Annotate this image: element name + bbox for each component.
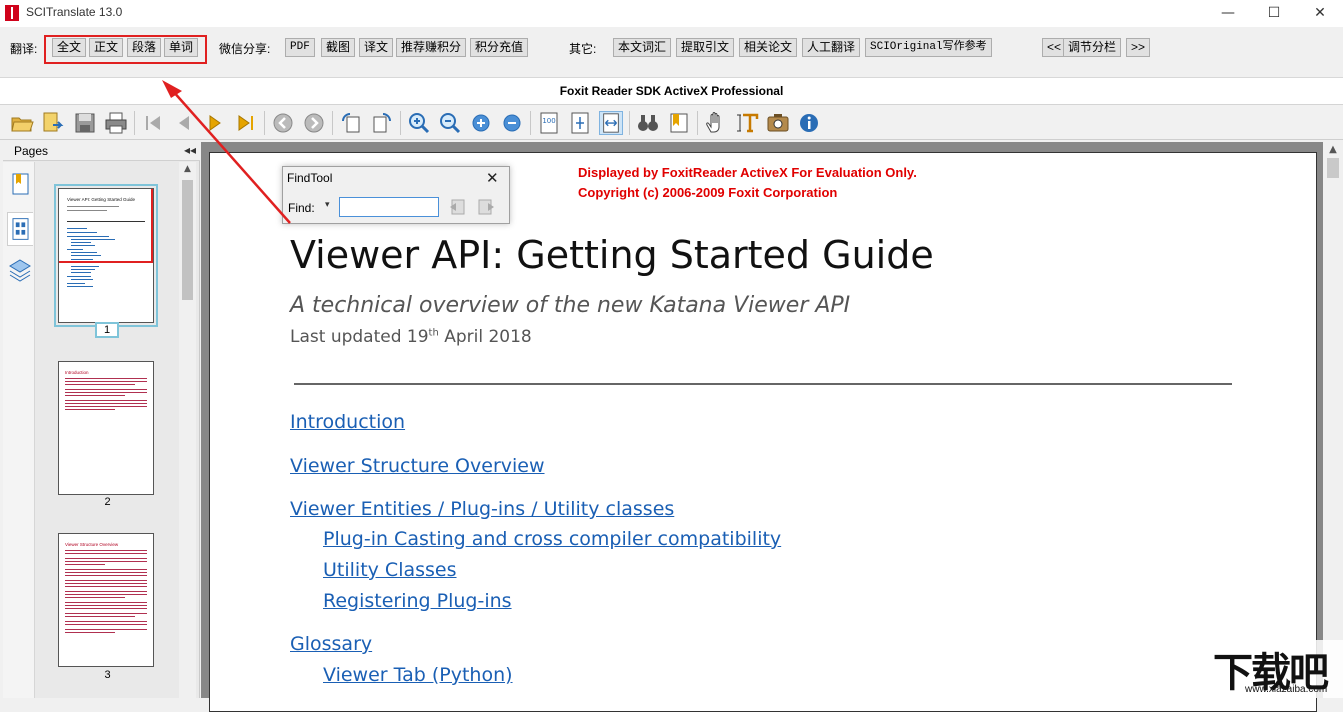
document-subtitle: A technical overview of the new Katana V… xyxy=(290,293,851,318)
svg-text:100: 100 xyxy=(542,117,555,125)
document-scrollbar[interactable]: ▲ xyxy=(1323,142,1343,698)
thumbnail-page[interactable]: Viewer Structure Overview xyxy=(58,533,154,667)
divider xyxy=(294,383,1232,385)
last-page-icon[interactable] xyxy=(234,111,258,135)
app-icon xyxy=(5,5,19,21)
zoom-out-icon[interactable] xyxy=(438,111,462,135)
chevron-down-icon[interactable]: ▾ xyxy=(325,200,330,210)
extract-citations-button[interactable]: 提取引文 xyxy=(676,38,735,57)
human-translation-button[interactable]: 人工翻译 xyxy=(802,38,861,57)
select-text-icon[interactable] xyxy=(735,111,759,135)
print-icon[interactable] xyxy=(104,111,128,135)
toc-link[interactable]: Introduction xyxy=(290,411,405,433)
share-translation-button[interactable]: 译文 xyxy=(359,38,394,57)
recharge-points-button[interactable]: 积分充值 xyxy=(470,38,529,57)
bookmarks-tab-icon[interactable] xyxy=(7,168,33,202)
thumbnail-list: Viewer API: Getting Started Guide 1 Intr… xyxy=(36,162,179,698)
thumbnail-page[interactable]: Introduction xyxy=(58,361,154,495)
find-previous-icon[interactable] xyxy=(446,197,468,217)
thumbnail-page[interactable]: Viewer API: Getting Started Guide xyxy=(54,184,158,327)
export-icon[interactable] xyxy=(41,111,65,135)
share-screenshot-button[interactable]: 截图 xyxy=(321,38,356,57)
related-papers-button[interactable]: 相关论文 xyxy=(739,38,798,57)
thumbnail-scrollbar[interactable]: ▲ xyxy=(179,162,196,698)
thumbnail-heading: Viewer API: Getting Started Guide xyxy=(67,197,135,202)
watermark: 下载吧 www.xiazaiba.com xyxy=(1209,640,1343,698)
toc-link[interactable]: Utility Classes xyxy=(323,559,457,581)
toc-link[interactable]: Viewer Entities / Plug-ins / Utility cla… xyxy=(290,498,674,520)
toc-link[interactable]: Plug-in Casting and cross compiler compa… xyxy=(323,528,781,550)
title-bar: SCITranslate 13.0 — ☐ ✕ xyxy=(0,0,1343,27)
vocabulary-button[interactable]: 本文词汇 xyxy=(613,38,672,57)
find-tool-dialog: FindTool ✕ Find: ▾ xyxy=(282,166,510,224)
find-next-icon[interactable] xyxy=(476,197,498,217)
viewer-title: Foxit Reader SDK ActiveX Professional xyxy=(559,84,784,98)
find-label: Find: xyxy=(288,201,315,215)
save-icon[interactable] xyxy=(73,111,97,135)
fit-width-icon[interactable] xyxy=(599,111,623,135)
window-title: SCITranslate 13.0 xyxy=(26,5,123,19)
minimize-button[interactable]: — xyxy=(1205,0,1251,27)
pdf-page: Displayed by FoxitReader ActiveX For Eva… xyxy=(209,152,1317,712)
wechat-share-label: 微信分享: xyxy=(219,42,271,56)
close-button[interactable]: ✕ xyxy=(1297,0,1343,27)
open-icon[interactable] xyxy=(10,111,34,135)
rotate-left-icon[interactable] xyxy=(339,111,363,135)
next-page-icon[interactable] xyxy=(203,111,227,135)
maximize-button[interactable]: ☐ xyxy=(1251,0,1297,27)
thumbnail-heading: Introduction xyxy=(65,370,89,375)
fit-page-icon[interactable] xyxy=(568,111,592,135)
translate-label: 翻译: xyxy=(10,42,38,56)
close-icon[interactable]: ✕ xyxy=(486,169,499,187)
copyright-notice: Copyright (c) 2006-2009 Foxit Corporatio… xyxy=(578,185,838,200)
toc-link[interactable]: Glossary xyxy=(290,633,372,655)
prev-page-icon[interactable] xyxy=(172,111,196,135)
collapse-panel-icon[interactable]: ◂◂ xyxy=(184,143,196,157)
split-next-button[interactable]: >> xyxy=(1126,38,1151,57)
back-icon[interactable] xyxy=(271,111,295,135)
bookmark-icon[interactable] xyxy=(667,111,691,135)
thumbnail-number: 3 xyxy=(104,669,111,681)
zoom-plus-icon[interactable] xyxy=(469,111,493,135)
zoom-minus-icon[interactable] xyxy=(500,111,524,135)
find-input[interactable] xyxy=(339,197,439,217)
find-icon[interactable] xyxy=(636,111,660,135)
toc-link[interactable]: Registering Plug-ins xyxy=(323,590,512,612)
document-viewport[interactable]: Displayed by FoxitReader ActiveX For Eva… xyxy=(201,142,1323,712)
share-pdf-button[interactable]: PDF xyxy=(285,38,315,57)
first-page-icon[interactable] xyxy=(141,111,165,135)
find-tool-title: FindTool xyxy=(287,171,333,185)
pages-title: Pages xyxy=(14,144,49,158)
viewer-header: Foxit Reader SDK ActiveX Professional xyxy=(0,77,1343,104)
thumbnails-tab-icon[interactable] xyxy=(7,212,33,246)
forward-icon[interactable] xyxy=(302,111,326,135)
split-adjust-button[interactable]: 调节分栏 xyxy=(1063,38,1122,57)
watermark-url: www.xiazaiba.com xyxy=(1245,684,1328,695)
pages-header: Pages ◂◂ xyxy=(3,142,200,161)
zoom-in-icon[interactable] xyxy=(407,111,431,135)
panel-side-tabs xyxy=(3,162,35,698)
hand-icon[interactable] xyxy=(704,111,728,135)
snapshot-icon[interactable] xyxy=(766,111,790,135)
actual-size-icon[interactable]: 100 xyxy=(537,111,561,135)
pdf-toolbar: 100 xyxy=(0,104,1343,140)
sci-original-button[interactable]: SCIOriginal写作参考 xyxy=(865,38,992,57)
document-title: Viewer API: Getting Started Guide xyxy=(290,233,934,277)
last-updated: Last updated 19th April 2018 xyxy=(290,327,532,347)
thumbnail-heading: Viewer Structure Overview xyxy=(65,542,119,547)
evaluation-notice: Displayed by FoxitReader ActiveX For Eva… xyxy=(578,165,917,180)
other-label: 其它: xyxy=(569,42,597,56)
toc-link[interactable]: Viewer Tab (Python) xyxy=(323,664,513,686)
thumbnail-number: 1 xyxy=(95,322,119,338)
recommend-points-button[interactable]: 推荐赚积分 xyxy=(396,38,467,57)
toc-link[interactable]: Viewer Structure Overview xyxy=(290,455,545,477)
thumbnail-number: 2 xyxy=(104,496,111,508)
info-icon[interactable] xyxy=(797,111,821,135)
rotate-right-icon[interactable] xyxy=(370,111,394,135)
pages-panel: Pages ◂◂ Viewer API: Getting Started Gui… xyxy=(3,142,200,698)
layers-tab-icon[interactable] xyxy=(7,254,33,288)
annotation-highlight-box xyxy=(44,35,207,64)
